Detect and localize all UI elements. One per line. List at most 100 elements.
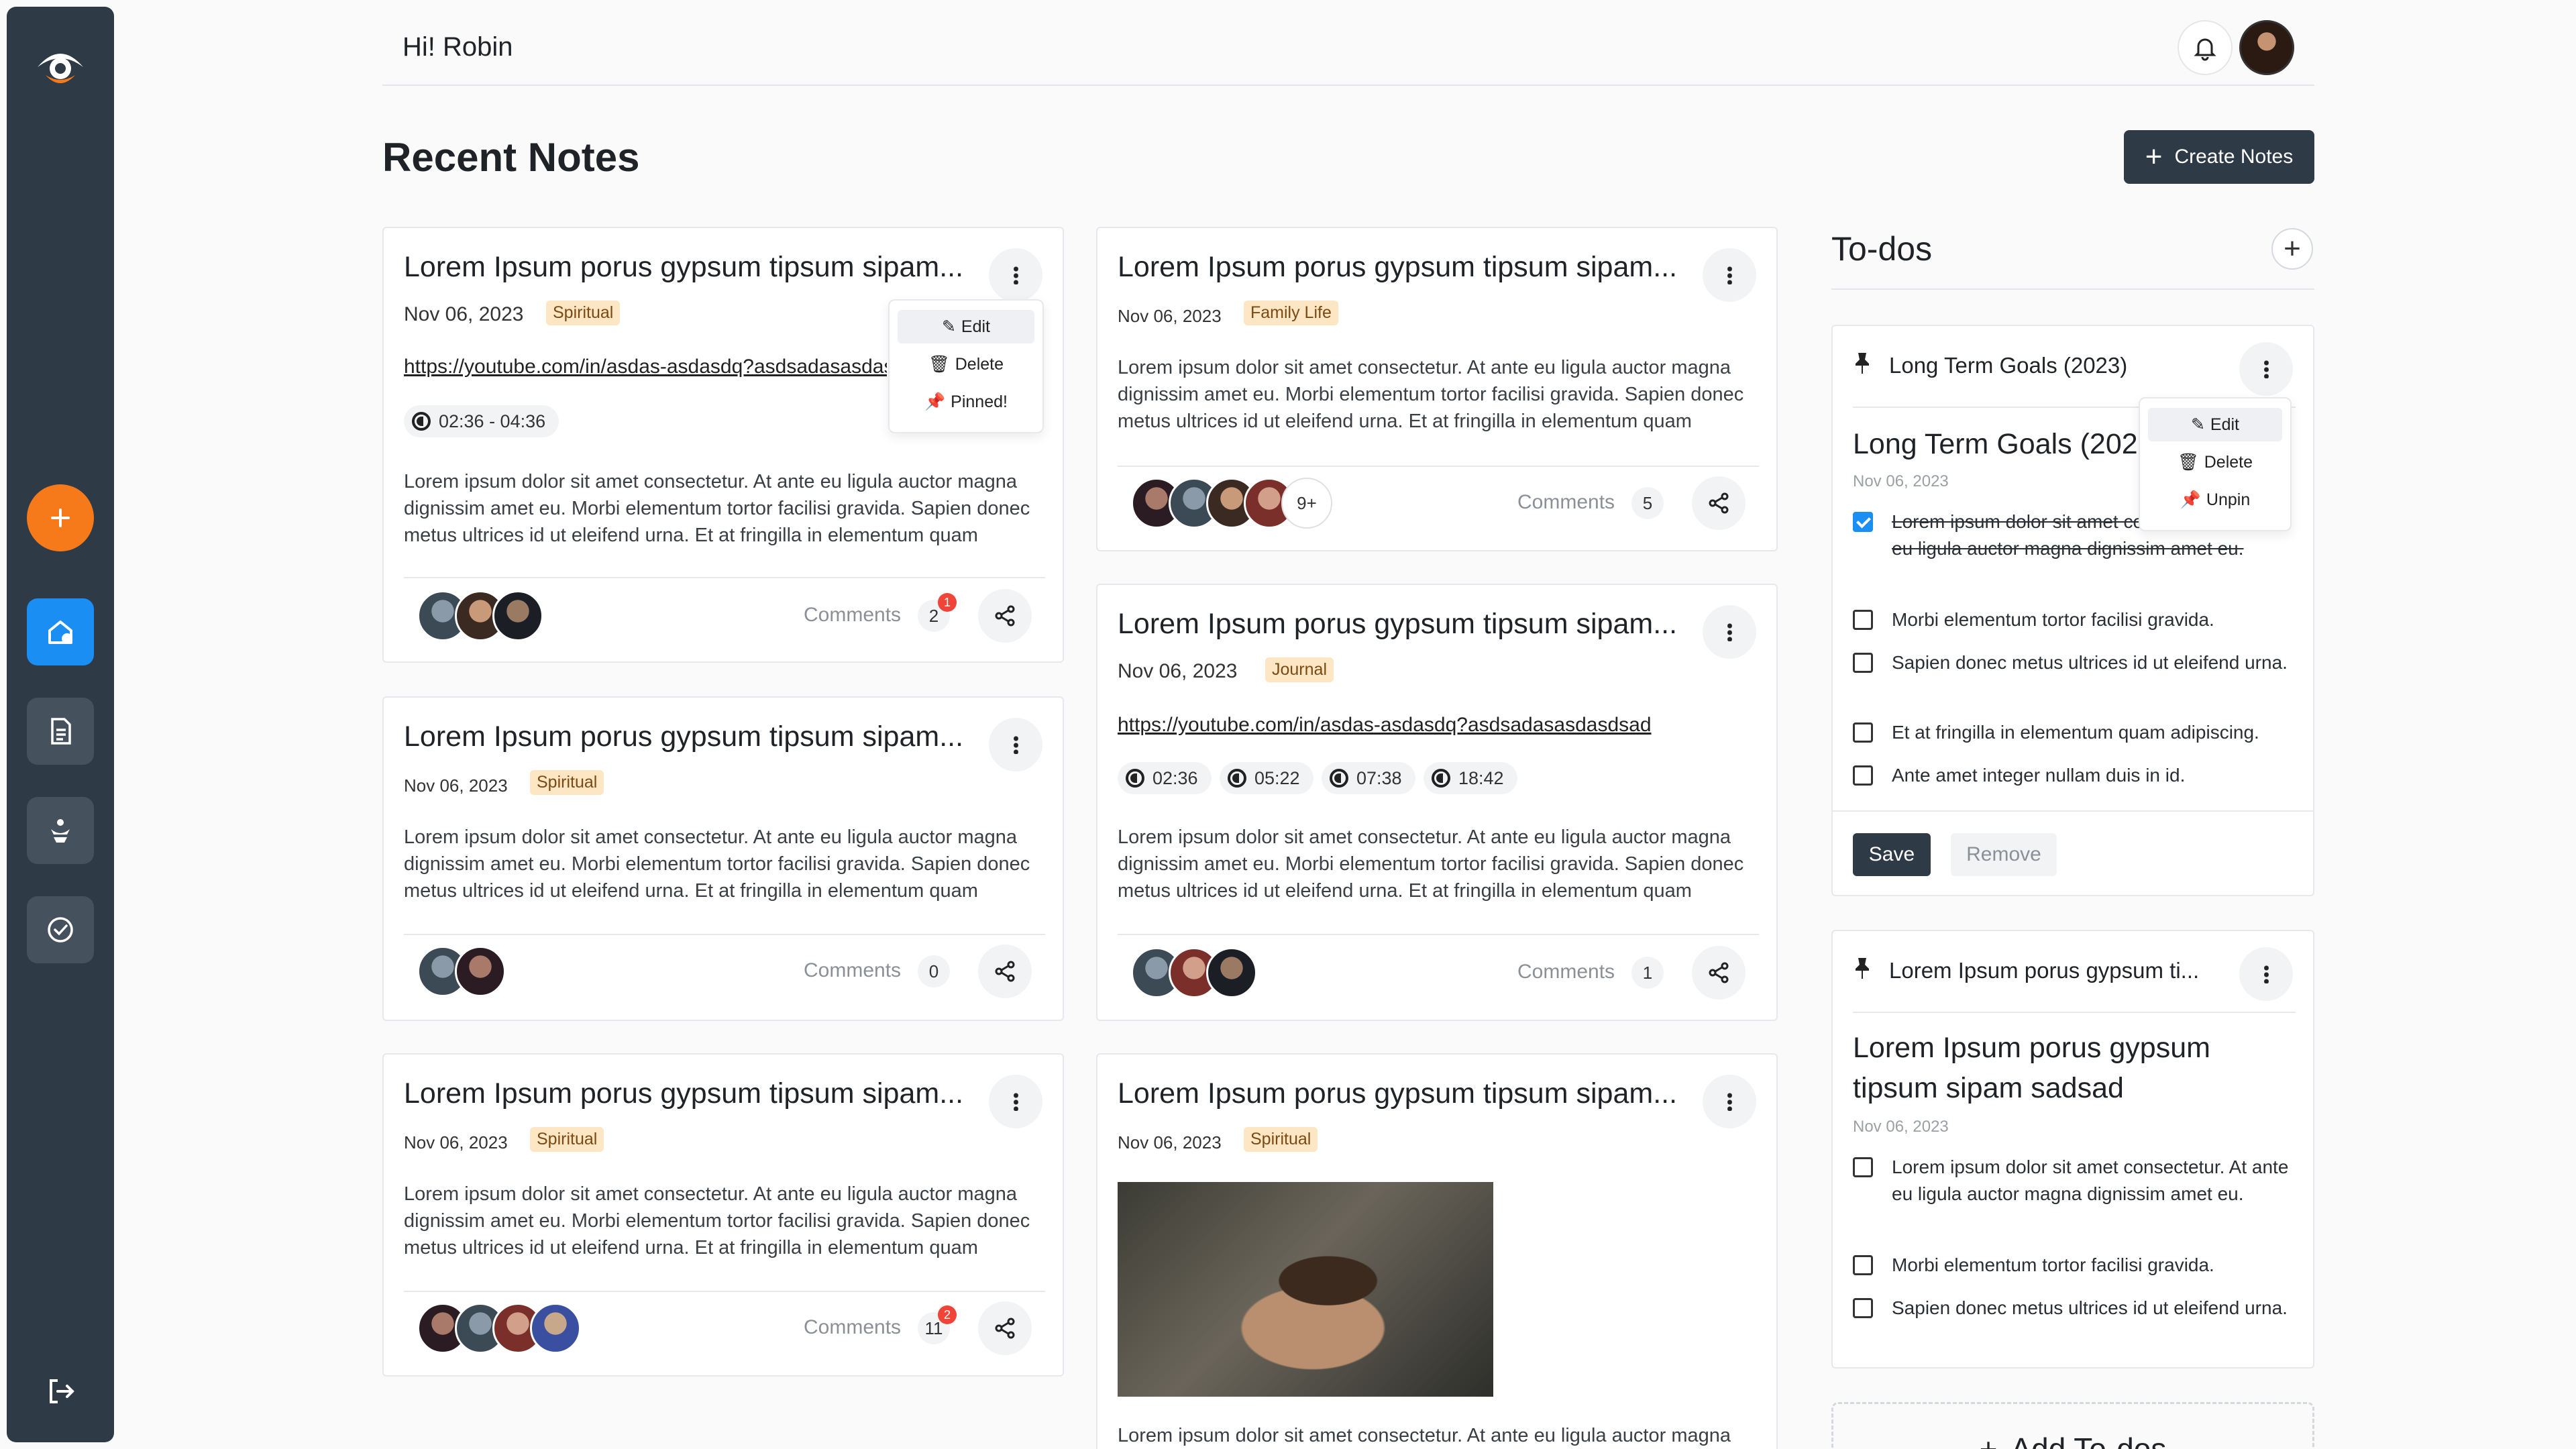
more-options-button[interactable]: [1703, 248, 1756, 302]
time-chip[interactable]: 07:38: [1322, 762, 1415, 794]
kebab-icon: [1013, 1092, 1018, 1111]
todo-list-card[interactable]: Lorem Ipsum porus gypsum ti... Lorem Ips…: [1831, 930, 2314, 1368]
trash-icon: 🗑: [2177, 452, 2199, 472]
comments-label: Comments: [804, 604, 902, 626]
more-options-button[interactable]: [989, 718, 1042, 771]
comments-label: Comments: [1517, 961, 1615, 983]
kebab-icon: [2263, 360, 2269, 378]
header-divider: [382, 85, 2314, 86]
todo-item[interactable]: Lorem ipsum dolor sit amet consectetur. …: [1853, 1154, 2296, 1208]
note-body: Lorem ipsum dolor sit amet consectetur. …: [404, 826, 1030, 902]
note-date: Nov 06, 2023: [1118, 1132, 1222, 1152]
menu-item-edit[interactable]: ✎ Edit: [898, 310, 1034, 343]
share-button[interactable]: [978, 1301, 1032, 1355]
note-date: Nov 06, 2023: [1118, 660, 1238, 682]
time-chip[interactable]: 02:36: [1118, 762, 1212, 794]
sidebar-item-todos[interactable]: [27, 896, 94, 963]
checkbox[interactable]: [1853, 1255, 1873, 1275]
todo-item[interactable]: Morbi elementum tortor facilisi gravida.: [1853, 1252, 2296, 1279]
add-button[interactable]: [27, 484, 94, 551]
todo-item[interactable]: Sapien donec metus ultrices id ut eleife…: [1853, 1295, 2296, 1322]
collaborator-avatars[interactable]: [417, 946, 506, 997]
share-icon: [995, 605, 1015, 627]
more-options-button[interactable]: [989, 1075, 1042, 1128]
logout-icon[interactable]: [44, 1375, 76, 1407]
note-title: Lorem Ipsum porus gypsum tipsum sipam...: [1118, 251, 1678, 283]
add-icon: [51, 508, 70, 527]
more-options-button[interactable]: [2239, 947, 2293, 1001]
todo-list-header: Lorem Ipsum porus gypsum ti...: [1853, 957, 2199, 985]
time-chip[interactable]: 18:42: [1424, 762, 1517, 794]
save-button[interactable]: Save: [1853, 833, 1931, 876]
share-button[interactable]: [1692, 946, 1746, 1000]
note-card[interactable]: Lorem Ipsum porus gypsum tipsum sipam...…: [1096, 584, 1778, 1021]
user-avatar[interactable]: [2239, 20, 2294, 75]
share-button[interactable]: [978, 945, 1032, 998]
app-logo-icon[interactable]: [34, 39, 87, 93]
clock-icon: [412, 412, 431, 431]
note-link[interactable]: https://youtube.com/in/asdas-asdasdq?asd…: [404, 356, 887, 378]
menu-item-delete[interactable]: 🗑 Delete: [2148, 445, 2282, 479]
notifications-button[interactable]: [2178, 20, 2233, 75]
page-title: Recent Notes: [382, 135, 640, 180]
todo-list-header: Long Term Goals (2023): [1853, 352, 2127, 380]
home-icon: [48, 621, 72, 644]
time-chip[interactable]: 02:36 - 04:36: [404, 405, 559, 437]
greeting: Hi! Robin: [402, 32, 513, 62]
time-chip[interactable]: 05:22: [1220, 762, 1313, 794]
more-options-button[interactable]: [1703, 1075, 1756, 1128]
note-link[interactable]: https://youtube.com/in/asdas-asdasdq?asd…: [1118, 714, 1721, 737]
checkbox[interactable]: [1853, 1157, 1873, 1177]
todo-item[interactable]: Et at fringilla in elementum quam adipis…: [1853, 719, 2296, 746]
kebab-icon: [1727, 1092, 1732, 1111]
note-body: Lorem ipsum dolor sit amet consectetur. …: [404, 471, 1030, 546]
collaborator-avatars[interactable]: 9+: [1131, 478, 1332, 529]
checkbox[interactable]: [1853, 610, 1873, 630]
note-card[interactable]: Lorem Ipsum porus gypsum tipsum sipam...…: [382, 696, 1064, 1021]
todo-item[interactable]: Sapien donec metus ultrices id ut eleife…: [1853, 649, 2296, 676]
todo-list-card[interactable]: Long Term Goals (2023) Long Term Goals (…: [1831, 325, 2314, 896]
note-image[interactable]: [1118, 1182, 1493, 1397]
menu-item-pinned[interactable]: 📌 Pinned!: [898, 385, 1034, 419]
share-button[interactable]: [978, 589, 1032, 643]
checkbox[interactable]: [1853, 1298, 1873, 1318]
collaborator-avatars[interactable]: [417, 1303, 581, 1354]
menu-item-unpin[interactable]: 📌 Unpin: [2148, 483, 2282, 517]
plus-icon: +: [1979, 1432, 1998, 1449]
card-divider: [1118, 466, 1759, 467]
kebab-icon: [2263, 965, 2269, 983]
more-options-button[interactable]: [1703, 605, 1756, 659]
checkbox[interactable]: [1853, 722, 1873, 743]
checkbox[interactable]: [1853, 765, 1873, 786]
add-todo-button[interactable]: + Add To-dos: [1831, 1402, 2314, 1449]
sidebar-item-notes[interactable]: [27, 698, 94, 765]
collaborator-avatars[interactable]: [1131, 947, 1257, 998]
menu-item-edit[interactable]: ✎ Edit: [2148, 408, 2282, 441]
todo-list-date: Nov 06, 2023: [1853, 472, 1949, 490]
create-notes-button[interactable]: + Create Notes: [2124, 130, 2314, 184]
more-avatars: 9+: [1281, 478, 1332, 529]
note-card[interactable]: Lorem Ipsum porus gypsum tipsum sipam...…: [382, 1053, 1064, 1377]
more-options-button[interactable]: [2239, 342, 2293, 396]
more-options-button[interactable]: [989, 248, 1042, 302]
note-card[interactable]: Lorem Ipsum porus gypsum tipsum sipam...…: [382, 227, 1064, 663]
note-title: Lorem Ipsum porus gypsum tipsum sipam...: [404, 1077, 964, 1110]
todo-item[interactable]: Ante amet integer nullam duis in id.: [1853, 762, 2296, 789]
add-todo-list-button[interactable]: +: [2271, 228, 2313, 270]
sidebar-item-meditation[interactable]: [27, 797, 94, 864]
share-icon: [1709, 962, 1729, 983]
note-card[interactable]: Lorem Ipsum porus gypsum tipsum sipam...…: [1096, 227, 1778, 551]
todos-title: To-dos: [1831, 230, 1933, 268]
sidebar-item-home[interactable]: [27, 598, 94, 665]
collaborator-avatars[interactable]: [417, 590, 543, 641]
trash-icon: 🗑: [928, 354, 950, 374]
checkbox-checked[interactable]: [1853, 512, 1873, 532]
todo-item[interactable]: Morbi elementum tortor facilisi gravida.: [1853, 606, 2296, 633]
share-button[interactable]: [1692, 476, 1746, 530]
menu-item-delete[interactable]: 🗑 Delete: [898, 347, 1034, 381]
note-card[interactable]: Lorem Ipsum porus gypsum tipsum sipam...…: [1096, 1053, 1778, 1449]
avatar: [1206, 947, 1257, 998]
share-icon: [995, 1318, 1015, 1339]
checkbox[interactable]: [1853, 653, 1873, 673]
remove-button[interactable]: Remove: [1951, 833, 2057, 876]
